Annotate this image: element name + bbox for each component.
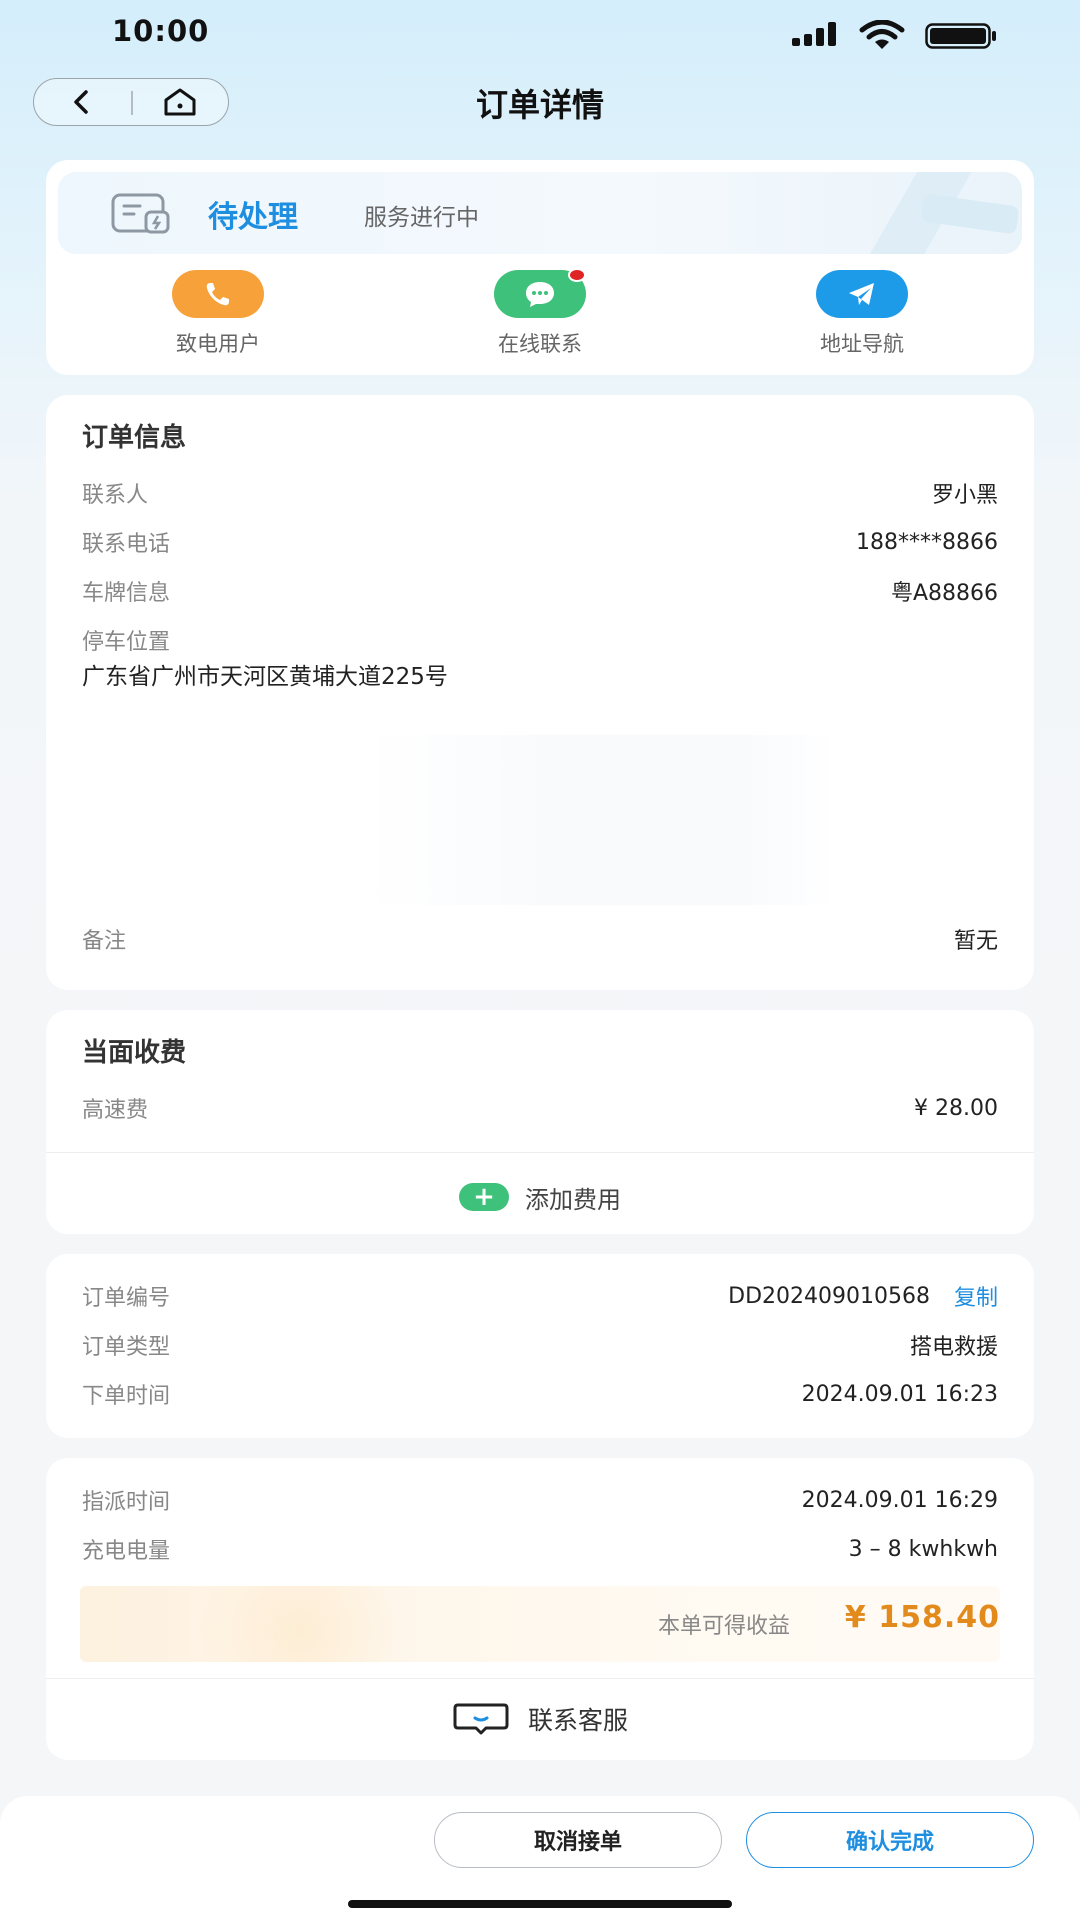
bottom-action-bar: 取消接单 确认完成	[0, 1796, 1080, 1920]
dispatch-card: 指派时间 2024.09.01 16:29 充电电量 3 – 8 kwhkwh …	[46, 1458, 1034, 1760]
online-contact-button[interactable]: 在线联系	[440, 268, 640, 358]
row-value: 搭电救援	[909, 1335, 998, 1360]
add-fee-button[interactable]: + 添加费用	[46, 1174, 1034, 1220]
call-user-button[interactable]: 致电用户	[118, 270, 318, 358]
fee-label: 高速费	[82, 1098, 149, 1123]
plus-icon: +	[459, 1183, 509, 1211]
remark-value: 暂无	[953, 929, 998, 954]
fee-value: ¥ 28.00	[914, 1095, 998, 1121]
copy-button[interactable]: 复制	[954, 1280, 998, 1312]
remark-label: 备注	[82, 929, 127, 954]
wifi-icon	[859, 20, 905, 49]
info-row-parking: 停车位置	[82, 620, 998, 660]
status-card: 待处理 服务进行中 致电用户 在线联系 地址导航	[46, 160, 1034, 375]
customer-service-icon	[453, 1703, 509, 1735]
status-bar: 10:00	[0, 0, 1080, 70]
confirm-complete-button[interactable]: 确认完成	[746, 1812, 1034, 1868]
info-row-phone: 联系电话 188****8866	[82, 522, 998, 562]
home-indicator	[348, 1900, 732, 1908]
navigate-circle	[816, 270, 908, 318]
order-status-icon	[111, 193, 170, 234]
parking-address: 广东省广州市天河区黄埔大道225号	[82, 664, 448, 690]
call-label: 致电用户	[176, 332, 260, 356]
order-info-card: 订单信息 联系人 罗小黑 联系电话 188****8866 车牌信息 粤A888…	[46, 395, 1034, 990]
fee-title: 当面收费	[82, 1038, 187, 1068]
fee-card: 当面收费 高速费 ¥ 28.00 + 添加费用	[46, 1010, 1034, 1234]
row-label: 订单编号	[82, 1286, 171, 1311]
earning-label: 本单可得收益	[657, 1614, 790, 1639]
cancel-order-button[interactable]: 取消接单	[434, 1812, 722, 1868]
order-number: DD202409010568	[728, 1283, 930, 1309]
meta-row-number: 订单编号 DD202409010568 复制	[82, 1276, 998, 1316]
row-value: 2024.09.01 16:29	[801, 1487, 998, 1513]
call-circle	[172, 270, 264, 318]
contact-service-label: 联系客服	[527, 1706, 628, 1735]
row-value: 罗小黑	[931, 483, 998, 508]
chat-icon	[526, 282, 554, 307]
dispatch-row-charge: 充电电量 3 – 8 kwhkwh	[82, 1529, 998, 1569]
divider	[46, 1678, 1034, 1679]
row-label: 充电电量	[82, 1539, 171, 1564]
row-label: 联系电话	[82, 532, 171, 557]
navigate-label: 地址导航	[820, 332, 904, 356]
row-label: 下单时间	[82, 1384, 171, 1409]
earning-value: ¥ 158.40	[844, 1600, 1000, 1635]
status-sublabel: 服务进行中	[364, 205, 479, 231]
battery-icon	[925, 23, 996, 49]
info-row-remark: 备注 暂无	[82, 919, 998, 959]
row-value: 粤A88866	[890, 581, 998, 606]
send-icon	[849, 283, 874, 305]
row-label: 停车位置	[82, 630, 171, 655]
chat-label: 在线联系	[498, 332, 582, 356]
meta-row-type: 订单类型 搭电救援	[82, 1325, 998, 1365]
meta-row-time: 下单时间 2024.09.01 16:23	[82, 1374, 998, 1414]
row-value: 2024.09.01 16:23	[801, 1381, 998, 1407]
navigate-button[interactable]: 地址导航	[762, 270, 962, 358]
row-label: 车牌信息	[82, 581, 171, 606]
earning-banner: 本单可得收益 ¥ 158.40	[80, 1586, 1000, 1662]
fee-row: 高速费 ¥ 28.00	[82, 1088, 998, 1128]
status-time: 10:00	[112, 14, 210, 48]
page-title: 订单详情	[475, 86, 604, 124]
earning-decoration	[170, 1586, 430, 1662]
chat-circle	[494, 268, 586, 318]
order-meta-card: 订单编号 DD202409010568 复制 订单类型 搭电救援 下单时间 20…	[46, 1254, 1034, 1438]
info-row-plate: 车牌信息 粤A88866	[82, 571, 998, 611]
info-row-contact: 联系人 罗小黑	[82, 473, 998, 513]
map-placeholder	[366, 735, 836, 905]
order-number-group: DD202409010568 复制	[728, 1280, 998, 1312]
order-info-title: 订单信息	[82, 423, 187, 453]
row-label: 指派时间	[82, 1490, 171, 1515]
dispatch-row-time: 指派时间 2024.09.01 16:29	[82, 1480, 998, 1520]
add-fee-label: 添加费用	[525, 1185, 621, 1214]
row-label: 联系人	[82, 483, 149, 508]
phone-icon	[206, 283, 229, 306]
contact-service-button[interactable]: 联系客服	[46, 1694, 1034, 1744]
row-value: 188****8866	[856, 529, 998, 555]
status-banner: 待处理 服务进行中	[58, 172, 1022, 254]
row-label: 订单类型	[82, 1335, 171, 1360]
row-value: 3 – 8 kwhkwh	[848, 1536, 998, 1562]
divider	[46, 1152, 1034, 1153]
status-label: 待处理	[208, 200, 298, 235]
signal-icon	[792, 22, 836, 46]
unread-badge	[568, 268, 586, 282]
